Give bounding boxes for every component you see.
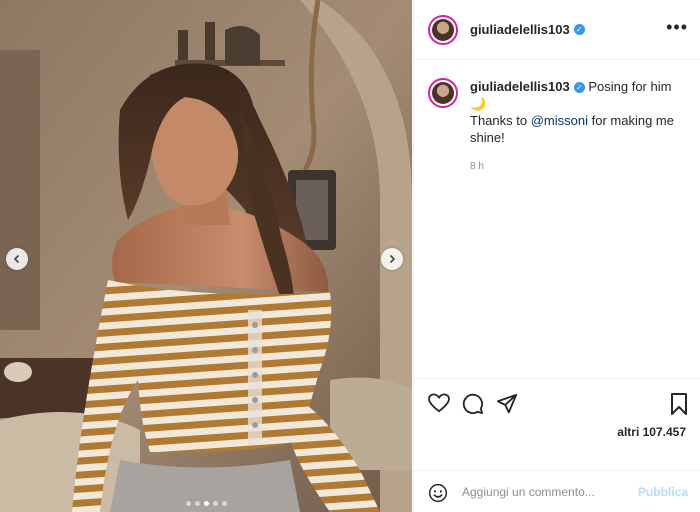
caption-mention-link[interactable]: @missoni bbox=[531, 113, 588, 128]
verified-badge-icon: ✓ bbox=[573, 82, 585, 94]
chevron-left-icon bbox=[13, 254, 20, 264]
carousel-indicator bbox=[0, 501, 412, 506]
author-username[interactable]: giuliadelellis103 bbox=[470, 22, 570, 37]
post-photo[interactable] bbox=[0, 0, 412, 512]
photo-illustration bbox=[0, 0, 412, 512]
caption-author-avatar[interactable] bbox=[428, 78, 458, 108]
post-actions bbox=[414, 378, 700, 418]
caption-thanks-prefix: Thanks to bbox=[470, 113, 528, 128]
carousel-dot bbox=[212, 501, 218, 506]
publish-button[interactable]: Pubblica bbox=[638, 485, 688, 499]
likes-count[interactable]: altri 107.457 bbox=[617, 425, 686, 439]
carousel-next-button[interactable] bbox=[381, 248, 403, 270]
comment-bar: Pubblica bbox=[414, 470, 700, 512]
post-details-panel: giuliadelellis103 ✓ ••• giuliadelellis10… bbox=[413, 0, 700, 512]
comment-input[interactable] bbox=[462, 483, 632, 501]
caption-timestamp[interactable]: 8 h bbox=[470, 158, 686, 175]
emoji-icon[interactable] bbox=[428, 483, 448, 508]
comment-icon[interactable] bbox=[462, 393, 484, 420]
avatar-image bbox=[432, 18, 454, 41]
verified-badge-icon: ✓ bbox=[573, 24, 585, 35]
carousel-dot bbox=[221, 501, 227, 506]
carousel-dot bbox=[194, 501, 200, 506]
carousel-dot bbox=[203, 501, 209, 506]
bookmark-icon[interactable] bbox=[670, 393, 688, 420]
post-caption: giuliadelellis103 ✓ Posing for him 🌙 Than… bbox=[428, 78, 686, 175]
avatar-image bbox=[432, 82, 454, 104]
heart-icon[interactable] bbox=[428, 393, 450, 418]
caption-author-username[interactable]: giuliadelellis103 bbox=[470, 79, 570, 94]
carousel-dot bbox=[185, 501, 191, 506]
chevron-right-icon bbox=[389, 254, 396, 264]
carousel-prev-button[interactable] bbox=[6, 248, 28, 270]
more-options-icon[interactable]: ••• bbox=[666, 18, 688, 36]
author-avatar[interactable] bbox=[428, 14, 458, 45]
post-header: giuliadelellis103 ✓ ••• bbox=[414, 0, 700, 60]
paper-plane-icon[interactable] bbox=[496, 393, 518, 420]
caption-body: giuliadelellis103 ✓ Posing for him 🌙 Than… bbox=[470, 78, 686, 175]
